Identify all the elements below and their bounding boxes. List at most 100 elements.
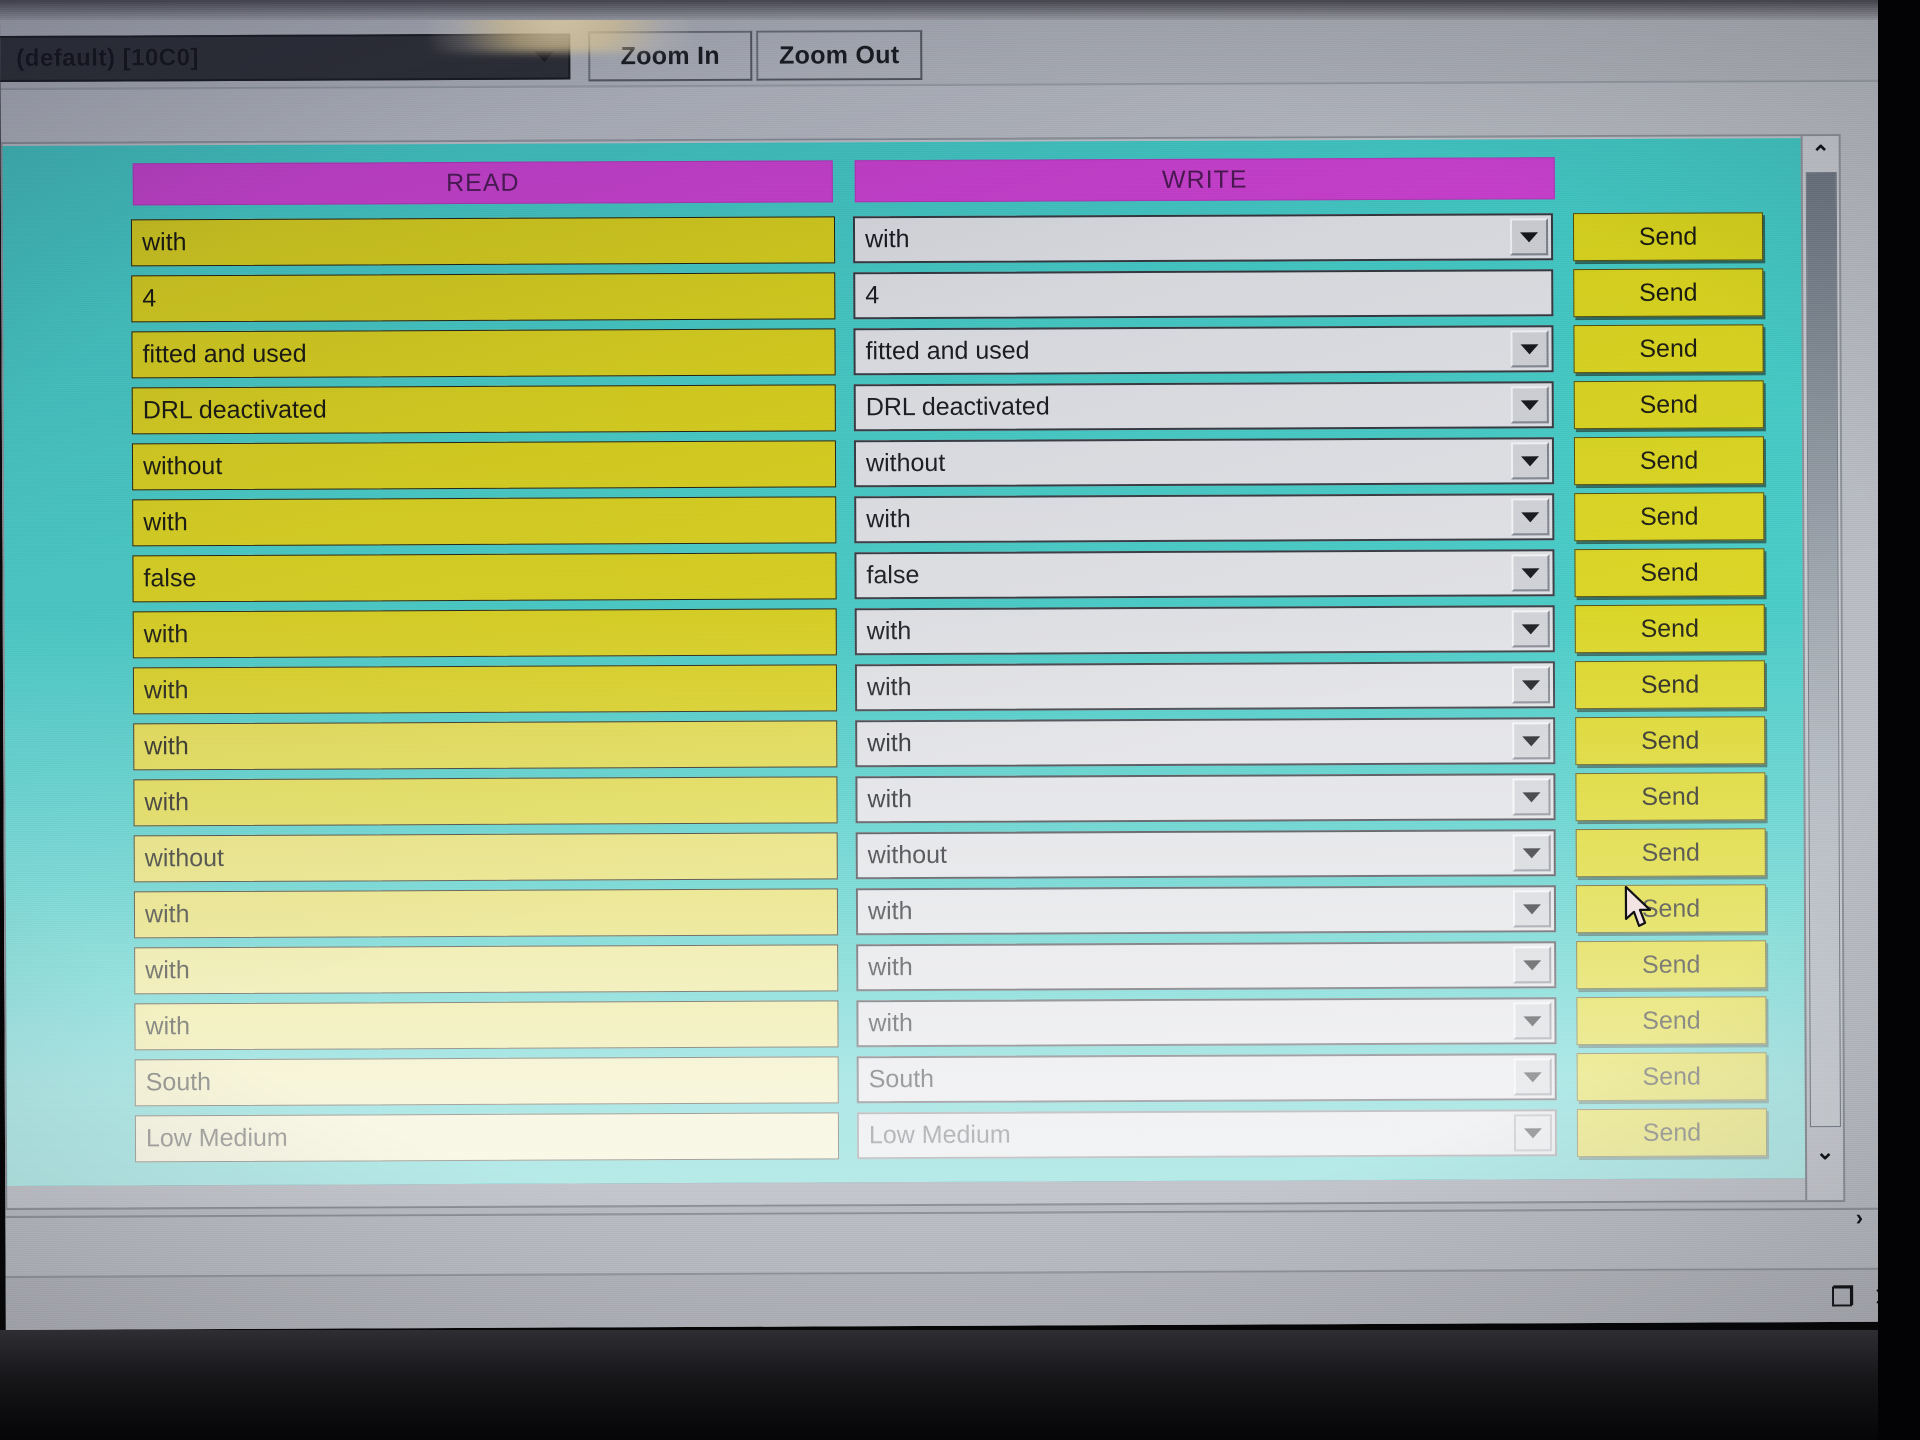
table-row: with with Send xyxy=(4,490,1804,554)
write-select[interactable]: with xyxy=(855,773,1556,824)
write-select[interactable]: with xyxy=(855,717,1556,768)
write-select[interactable]: with xyxy=(854,493,1555,544)
column-header-write: WRITE xyxy=(854,157,1555,203)
table-row: with with Send xyxy=(5,770,1805,834)
send-button[interactable]: Send xyxy=(1576,996,1767,1046)
write-value-text: with xyxy=(866,505,911,534)
send-button[interactable]: Send xyxy=(1573,436,1765,486)
scrollbar-thumb[interactable] xyxy=(1805,171,1841,1128)
table-row: with with Send xyxy=(6,994,1806,1058)
scroll-up-icon[interactable]: ⌃ xyxy=(1805,138,1837,170)
write-input[interactable]: 4 xyxy=(853,269,1554,320)
chevron-down-icon[interactable] xyxy=(1512,890,1552,928)
send-button[interactable]: Send xyxy=(1572,212,1764,262)
chevron-down-icon[interactable] xyxy=(1513,1002,1552,1040)
send-button[interactable]: Send xyxy=(1573,380,1764,430)
send-button[interactable]: Send xyxy=(1573,268,1764,318)
read-value-text: 4 xyxy=(142,284,157,313)
restore-window-icon[interactable]: ❐ xyxy=(1826,1281,1860,1312)
send-button[interactable]: Send xyxy=(1575,772,1766,822)
chevron-down-icon[interactable] xyxy=(1512,834,1551,872)
read-value-field: with xyxy=(133,776,838,827)
chevron-down-icon[interactable] xyxy=(1512,778,1551,816)
write-select[interactable]: with xyxy=(855,885,1557,936)
read-value-field: with xyxy=(133,888,839,939)
send-button[interactable]: Send xyxy=(1576,1108,1768,1158)
read-value-field: Low Medium xyxy=(134,1112,840,1163)
vertical-scrollbar[interactable]: ⌃ ⌄ xyxy=(1800,133,1846,1203)
write-value-text: with xyxy=(866,617,912,646)
read-value-field: with xyxy=(134,944,839,995)
read-value-text: with xyxy=(143,676,189,705)
table-row: 4 4 Send xyxy=(3,266,1803,330)
device-select[interactable]: (default) [10C0] xyxy=(0,33,571,83)
write-value-text: 4 xyxy=(865,281,880,310)
table-row: false false Send xyxy=(4,546,1804,610)
table-row: with with Send xyxy=(5,658,1805,722)
read-value-field: 4 xyxy=(131,272,836,323)
scroll-right-icon[interactable]: › xyxy=(1843,1202,1875,1234)
chevron-down-icon[interactable] xyxy=(1513,946,1552,984)
write-value-text: with xyxy=(866,673,912,702)
zoom-out-button[interactable]: Zoom Out xyxy=(756,29,923,81)
read-value-field: with xyxy=(134,1000,839,1051)
screen-bezel-top xyxy=(0,0,1920,20)
table-row: fitted and used fitted and used Send xyxy=(3,322,1803,386)
send-button[interactable]: Send xyxy=(1573,324,1764,374)
write-select[interactable]: with xyxy=(856,997,1557,1048)
chevron-down-icon[interactable] xyxy=(1513,1114,1553,1152)
send-button[interactable]: Send xyxy=(1575,716,1766,766)
send-button[interactable]: Send xyxy=(1575,828,1766,878)
zoom-in-button[interactable]: Zoom In xyxy=(588,30,753,82)
table-row: with with Send xyxy=(6,882,1806,946)
write-value-text: Low Medium xyxy=(868,1120,1011,1150)
photo-dark-edge-right xyxy=(1878,0,1920,1440)
write-select[interactable]: with xyxy=(852,213,1554,264)
write-value-text: without xyxy=(865,448,946,478)
send-button[interactable]: Send xyxy=(1576,1052,1767,1102)
scroll-down-icon[interactable]: ⌄ xyxy=(1809,1136,1841,1168)
send-button[interactable]: Send xyxy=(1574,604,1765,654)
send-button[interactable]: Send xyxy=(1576,940,1767,990)
chevron-down-icon[interactable] xyxy=(1510,386,1549,424)
application-screen: (default) [10C0] Zoom In Zoom Out READ W… xyxy=(0,0,1884,1330)
write-select[interactable]: false xyxy=(854,549,1555,600)
send-button[interactable]: Send xyxy=(1574,548,1765,598)
send-button[interactable]: Send xyxy=(1574,492,1765,542)
write-select[interactable]: DRL deactivated xyxy=(853,381,1554,432)
write-select[interactable]: with xyxy=(854,605,1555,656)
read-value-text: with xyxy=(143,620,189,649)
write-select[interactable]: with xyxy=(854,661,1556,712)
read-value-text: false xyxy=(143,564,197,593)
write-select[interactable]: without xyxy=(853,437,1555,488)
write-value-text: with xyxy=(867,729,912,758)
send-button[interactable]: Send xyxy=(1575,884,1767,934)
chevron-down-icon[interactable] xyxy=(1511,666,1551,704)
write-value-text: with xyxy=(868,1009,914,1038)
chevron-down-icon[interactable] xyxy=(1511,610,1550,648)
chevron-down-icon[interactable] xyxy=(1510,330,1549,368)
write-select[interactable]: fitted and used xyxy=(853,325,1554,376)
read-value-text: with xyxy=(145,1012,191,1041)
read-write-table: READ WRITE with with Send 4 4 Send fitted and … xyxy=(2,138,1808,1186)
main-panel: READ WRITE with with Send 4 4 Send fitted and … xyxy=(0,133,1846,1210)
write-select[interactable]: Low Medium xyxy=(856,1109,1558,1160)
read-value-field: without xyxy=(133,832,838,883)
chevron-down-icon[interactable] xyxy=(1510,442,1550,480)
table-row: South South Send xyxy=(7,1050,1807,1114)
chevron-down-icon[interactable] xyxy=(1511,498,1550,536)
write-select[interactable]: without xyxy=(855,829,1556,880)
chevron-down-icon xyxy=(534,51,555,63)
write-select[interactable]: with xyxy=(856,941,1557,992)
read-value-field: DRL deactivated xyxy=(131,384,836,435)
send-button[interactable]: Send xyxy=(1574,660,1766,710)
chevron-down-icon[interactable] xyxy=(1512,722,1551,760)
bottom-bar: ❐ ✕ xyxy=(5,1267,1884,1330)
read-value-field: without xyxy=(131,440,837,491)
chevron-down-icon[interactable] xyxy=(1513,1058,1552,1096)
write-value-text: with xyxy=(868,953,913,982)
write-select[interactable]: South xyxy=(856,1053,1557,1104)
chevron-down-icon[interactable] xyxy=(1511,554,1550,592)
column-header-read: READ xyxy=(132,160,833,206)
chevron-down-icon[interactable] xyxy=(1509,218,1549,256)
